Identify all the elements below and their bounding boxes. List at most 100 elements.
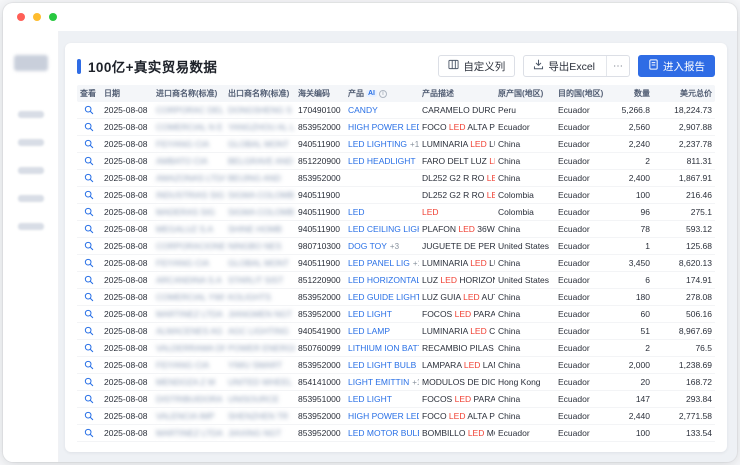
product-link[interactable]: LED LIGHTING: [348, 139, 407, 149]
date-cell: 2025-08-08: [101, 207, 153, 217]
view-detail-button[interactable]: [84, 377, 94, 387]
view-detail-button[interactable]: [84, 394, 94, 404]
traffic-light-zoom[interactable]: [49, 13, 57, 21]
product-cell: HIGH POWER LED F: [345, 122, 419, 132]
view-cell: [77, 377, 101, 387]
view-detail-button[interactable]: [84, 156, 94, 166]
view-detail-button[interactable]: [84, 105, 94, 115]
sidebar-item-blurred[interactable]: [18, 167, 44, 174]
hs-code-cell: 853952000: [295, 411, 345, 421]
hs-code-cell: 940511900: [295, 139, 345, 149]
desc-keyword: LED: [464, 360, 481, 370]
magnifier-icon: [84, 292, 94, 302]
product-link[interactable]: LED LIGHT: [348, 394, 392, 404]
product-link[interactable]: LED LIGHT: [348, 309, 392, 319]
desc-text-pre: PLAFON: [422, 224, 458, 234]
sidebar-item-blurred[interactable]: [18, 111, 44, 118]
desc-keyword: LED: [440, 275, 457, 285]
hs-code-cell: 940511900: [295, 258, 345, 268]
customize-columns-button[interactable]: 自定义列: [438, 55, 515, 77]
view-detail-button[interactable]: [84, 326, 94, 336]
sidebar-item-blurred[interactable]: [18, 223, 44, 230]
importer-cell: MADERAS SIG: [153, 207, 225, 217]
exporter-cell: YANGZHOU AL LI: [225, 122, 295, 132]
product-link[interactable]: LED CEILING LIGHT: [348, 224, 419, 234]
product-link[interactable]: LIGHT EMITTIN: [348, 377, 409, 387]
product-link[interactable]: LITHIUM ION BATTE: [348, 343, 419, 353]
desc-keyword: LED: [470, 139, 487, 149]
usd-total-cell: 2,771.58: [653, 411, 715, 421]
desc-text-pre: MODULOS DE DIOD...: [422, 377, 495, 387]
view-detail-button[interactable]: [84, 309, 94, 319]
view-detail-button[interactable]: [84, 190, 94, 200]
table-row: 2025-08-08 MARTINEZ LTDA JIAXING NGT 853…: [77, 425, 715, 442]
info-icon[interactable]: i: [379, 90, 387, 98]
importer-cell: CORPORACIONES: [153, 241, 225, 251]
product-link[interactable]: LED HEADLIGHT: [348, 156, 416, 166]
date-cell: 2025-08-08: [101, 156, 153, 166]
product-desc-cell: FOCOS LED PARA V...: [419, 309, 495, 319]
product-desc-cell: CARAMELO DURO F...: [419, 105, 495, 115]
view-detail-button[interactable]: [84, 411, 94, 421]
quantity-cell: 60: [611, 309, 653, 319]
view-detail-button[interactable]: [84, 360, 94, 370]
exporter-cell: NINGBO NES: [225, 241, 295, 251]
hs-code-cell: 940511900: [295, 190, 345, 200]
importer-cell: ALMACENES AG: [153, 326, 225, 336]
col-usd-total: 美元总价: [653, 88, 715, 99]
product-link[interactable]: LED GUIDE LIGHT T: [348, 292, 419, 302]
desc-keyword: LED: [422, 207, 439, 217]
view-cell: [77, 105, 101, 115]
desc-text-post: CO...: [487, 326, 495, 336]
product-link[interactable]: LED LAMP: [348, 326, 390, 336]
product-link[interactable]: CANDY: [348, 105, 378, 115]
view-detail-button[interactable]: [84, 241, 94, 251]
product-link[interactable]: LED HORIZONTAL: [348, 275, 419, 285]
product-link[interactable]: LED LIGHT BULB: [348, 360, 416, 370]
desc-text-pre: LUMINARIA: [422, 258, 470, 268]
importer-cell: AMAZONAS LTDA: [153, 173, 225, 183]
traffic-light-close[interactable]: [17, 13, 25, 21]
view-detail-button[interactable]: [84, 122, 94, 132]
product-link[interactable]: HIGH POWER LED F: [348, 122, 419, 132]
view-detail-button[interactable]: [84, 275, 94, 285]
view-detail-button[interactable]: [84, 173, 94, 183]
quantity-cell: 78: [611, 224, 653, 234]
view-detail-button[interactable]: [84, 292, 94, 302]
view-detail-button[interactable]: [84, 139, 94, 149]
desc-keyword: LED: [487, 190, 495, 200]
view-detail-button[interactable]: [84, 207, 94, 217]
view-cell: [77, 258, 101, 268]
export-more-button[interactable]: ⋯: [606, 56, 629, 76]
product-link[interactable]: DOG TOY: [348, 241, 387, 251]
sidebar-item-blurred[interactable]: [18, 139, 44, 146]
product-desc-cell: LUZ LED HORIZONT...: [419, 275, 495, 285]
view-detail-button[interactable]: [84, 258, 94, 268]
view-detail-button[interactable]: [84, 343, 94, 353]
view-detail-button[interactable]: [84, 224, 94, 234]
export-excel-main[interactable]: 导出Excel: [524, 56, 602, 76]
table-row: 2025-08-08 COMERCIAL N E YANGZHOU AL LI …: [77, 119, 715, 136]
product-link[interactable]: HIGH POWER LED F: [348, 411, 419, 421]
usd-total-cell: 18,224.73: [653, 105, 715, 115]
table-row: 2025-08-08 MADERAS SIG SIGMA COLOMB 9405…: [77, 204, 715, 221]
table-body: 2025-08-08 CORPORAC DEL DONGSHENG S 1704…: [77, 102, 715, 442]
usd-total-cell: 1,867.91: [653, 173, 715, 183]
sidebar-item-blurred[interactable]: [14, 55, 48, 71]
view-detail-button[interactable]: [84, 428, 94, 438]
product-link[interactable]: LED MOTOR BULB: [348, 428, 419, 438]
dest-country-cell: Ecuador: [555, 122, 611, 132]
product-link[interactable]: LED PANEL LIG: [348, 258, 410, 268]
product-link[interactable]: LED: [348, 207, 365, 217]
product-desc-cell: FOCO LED ALTA PC...: [419, 411, 495, 421]
enter-report-button[interactable]: 进入报告: [638, 55, 715, 77]
sidebar-item-blurred[interactable]: [18, 195, 44, 202]
desc-text-pre: RECAMBIO PILAS RE...: [422, 343, 495, 353]
exporter-cell: AGC LIGHTING: [225, 326, 295, 336]
product-desc-cell: BOMBILLO LED MO...: [419, 428, 495, 438]
view-cell: [77, 292, 101, 302]
dest-country-cell: Ecuador: [555, 326, 611, 336]
date-cell: 2025-08-08: [101, 139, 153, 149]
importer-cell: MEGALUZ S.A: [153, 224, 225, 234]
traffic-light-minimize[interactable]: [33, 13, 41, 21]
